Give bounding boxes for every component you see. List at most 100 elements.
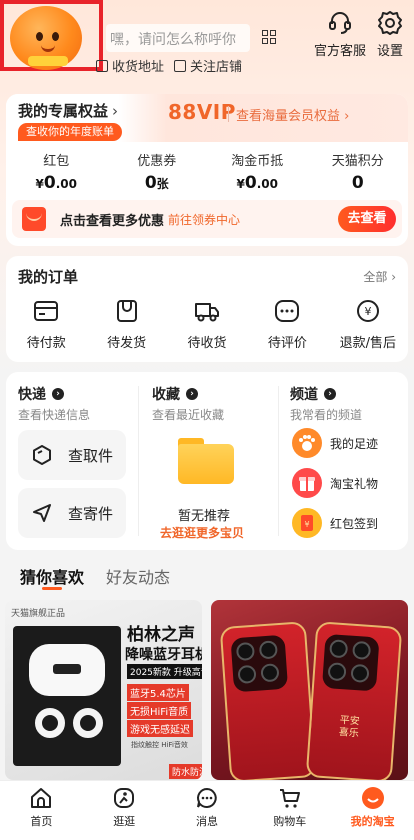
favorites-title-link[interactable]: 收藏 › bbox=[152, 384, 198, 404]
stat-red-packet[interactable]: 红包 ¥0.00 bbox=[6, 150, 107, 193]
product-card[interactable]: 天猫旗舰正品 柏林之声 降噪蓝牙耳机 2025新款 升级高音质 蓝牙5.4芯片 … bbox=[5, 600, 202, 780]
shop-icon bbox=[174, 59, 186, 72]
express-subtitle: 查看快递信息 bbox=[18, 408, 91, 422]
followed-shops-link[interactable]: 关注店铺 bbox=[174, 56, 242, 75]
product-card[interactable]: 平安喜乐 bbox=[211, 600, 408, 780]
vip-benefits-link[interactable]: 查看海量会员权益 › bbox=[236, 105, 349, 124]
stat-value: ¥0.00 bbox=[236, 173, 278, 193]
package-icon bbox=[114, 300, 140, 322]
send-icon bbox=[32, 503, 52, 523]
stat-label: 优惠券 bbox=[137, 154, 177, 169]
earbud-image bbox=[35, 708, 65, 738]
nav-label: 消息 bbox=[195, 815, 218, 828]
paw-icon bbox=[292, 428, 322, 458]
phone-case-image bbox=[219, 621, 317, 780]
nav-label: 购物车 bbox=[273, 815, 307, 828]
address-link[interactable]: 收货地址 bbox=[96, 56, 164, 75]
view-button[interactable]: 去查看 bbox=[338, 206, 396, 232]
express-title-link[interactable]: 快递 › bbox=[18, 384, 64, 404]
product-subtitle: 2025新款 升级高音质 bbox=[127, 664, 202, 679]
divider bbox=[278, 386, 279, 536]
order-pending-shipment[interactable]: 待发货 bbox=[86, 300, 166, 351]
red-envelope-icon bbox=[22, 207, 46, 231]
rights-title-link[interactable]: 我的专属权益 › bbox=[18, 100, 118, 121]
comment-icon bbox=[274, 300, 300, 322]
channel-label: 我的足迹 bbox=[330, 436, 379, 451]
wallet-icon bbox=[33, 300, 59, 322]
stat-gold-coins[interactable]: 淘金币抵 ¥0.00 bbox=[207, 150, 308, 193]
product-badge: 防水防汗 bbox=[169, 764, 202, 779]
coupon-center-link[interactable]: 前往领券中心 bbox=[168, 211, 240, 228]
chevron-right-icon: › bbox=[52, 388, 64, 400]
stat-coupons[interactable]: 优惠券 0张 bbox=[107, 150, 208, 193]
tab-friends[interactable]: 好友动态 bbox=[106, 564, 170, 588]
camera-module-image bbox=[230, 634, 289, 693]
settings-button[interactable]: 设置 bbox=[360, 10, 414, 59]
gift-icon bbox=[292, 468, 322, 498]
phone-case-text: 平安喜乐 bbox=[338, 715, 361, 740]
favorites-subtitle: 查看最近收藏 bbox=[152, 408, 225, 422]
order-pending-review[interactable]: 待评价 bbox=[247, 300, 327, 351]
avatar-collar bbox=[28, 56, 68, 66]
tab-guess-you-like[interactable]: 猜你喜欢 bbox=[20, 564, 84, 588]
stat-label: 天猫积分 bbox=[331, 154, 384, 169]
nav-label: 逛逛 bbox=[113, 815, 136, 828]
all-orders-link[interactable]: 全部 › bbox=[363, 268, 396, 285]
channel-label: 淘宝礼物 bbox=[330, 476, 379, 491]
svg-text:¥: ¥ bbox=[364, 305, 371, 318]
nav-my-taobao[interactable]: 我的淘宝 bbox=[331, 781, 414, 840]
orders-title: 我的订单 bbox=[18, 268, 79, 286]
explore-icon bbox=[112, 786, 136, 810]
shortcuts-card: 快递 › 查看快递信息 查取件 查寄件 收藏 › 查看最近收藏 暂无推荐 去逛逛… bbox=[6, 372, 408, 550]
favorites-title: 收藏 bbox=[152, 387, 180, 403]
nav-home[interactable]: 首页 bbox=[0, 781, 83, 840]
address-label: 收货地址 bbox=[112, 60, 165, 75]
promo-banner[interactable]: 点击查看更多优惠 前往领券中心 去查看 bbox=[12, 200, 402, 238]
channel-label: 红包签到 bbox=[330, 516, 379, 531]
bottom-nav: 首页 逛逛 消息 购物车 我的淘宝 bbox=[0, 780, 414, 840]
annual-bill-badge[interactable]: 查收你的年度账单 bbox=[18, 123, 122, 141]
order-label: 待收货 bbox=[187, 336, 227, 351]
product-title: 降噪蓝牙耳机 bbox=[125, 647, 202, 663]
product-feature: 游戏无感延迟 bbox=[127, 720, 193, 737]
stat-value: 0张 bbox=[144, 173, 169, 193]
stat-label: 淘金币抵 bbox=[231, 154, 284, 169]
nav-cart[interactable]: 购物车 bbox=[248, 781, 331, 840]
channel-footprints[interactable]: 我的足迹 bbox=[292, 428, 378, 458]
stat-tmall-points[interactable]: 天猫积分 0 bbox=[308, 150, 409, 193]
product-feature: 无损HiFi音质 bbox=[127, 702, 192, 719]
channels-title-link[interactable]: 频道 › bbox=[290, 384, 336, 404]
channels-title: 频道 bbox=[290, 387, 318, 403]
order-pending-receipt[interactable]: 待收货 bbox=[167, 300, 247, 351]
nav-explore[interactable]: 逛逛 bbox=[83, 781, 166, 840]
stat-label: 红包 bbox=[43, 154, 70, 169]
channel-gifts[interactable]: 淘宝礼物 bbox=[292, 468, 378, 498]
pickup-button[interactable]: 查取件 bbox=[18, 430, 126, 480]
promo-text: 点击查看更多优惠 bbox=[60, 214, 165, 229]
nav-label: 我的淘宝 bbox=[350, 815, 395, 828]
order-label: 待付款 bbox=[26, 336, 66, 351]
vip-logo[interactable]: 88VIP bbox=[168, 100, 236, 124]
pickup-label: 查取件 bbox=[68, 446, 114, 465]
channels-subtitle: 我常看的频道 bbox=[290, 408, 363, 422]
browse-more-link[interactable]: 去逛逛更多宝贝 bbox=[160, 524, 244, 541]
product-feature-icons: 指纹触控 HiFi音效 bbox=[131, 741, 188, 749]
address-icon bbox=[96, 59, 108, 72]
nickname-input[interactable]: 嘿，请问怎么称呼你 bbox=[106, 24, 250, 52]
cart-icon bbox=[278, 786, 302, 810]
earbuds-display-image bbox=[53, 664, 81, 674]
product-tag: 天猫旗舰正品 bbox=[11, 609, 66, 619]
nav-messages[interactable]: 消息 bbox=[166, 781, 249, 840]
nickname-placeholder: 嘿，请问怎么称呼你 bbox=[110, 32, 236, 48]
refund-icon: ¥ bbox=[355, 300, 381, 322]
express-title: 快递 bbox=[18, 387, 46, 403]
qr-code-icon[interactable] bbox=[262, 30, 276, 44]
order-refund[interactable]: ¥ 退款/售后 bbox=[328, 300, 408, 351]
avatar-eye bbox=[52, 32, 59, 41]
send-button[interactable]: 查寄件 bbox=[18, 488, 126, 538]
avatar[interactable] bbox=[10, 6, 82, 70]
channel-checkin[interactable]: ¥ 红包签到 bbox=[292, 508, 378, 538]
stat-value: ¥0.00 bbox=[35, 173, 77, 193]
nav-label: 首页 bbox=[30, 815, 53, 828]
order-pending-payment[interactable]: 待付款 bbox=[6, 300, 86, 351]
